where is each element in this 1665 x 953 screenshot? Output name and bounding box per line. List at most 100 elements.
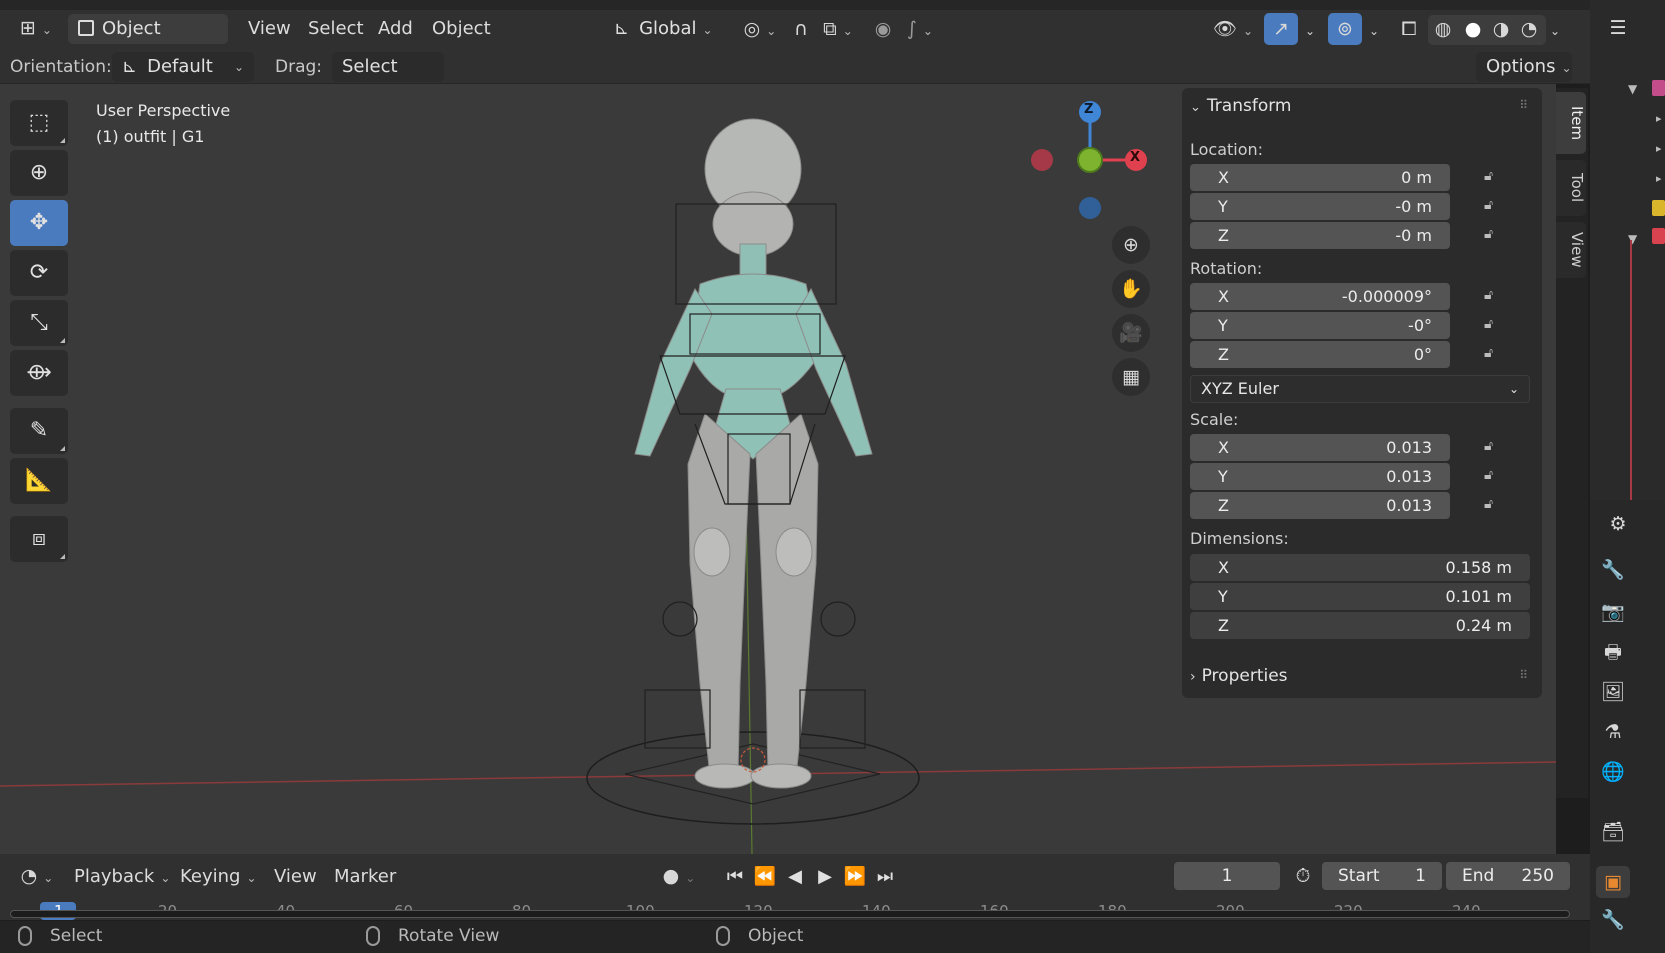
shading-rendered-button[interactable]: ◔ [1514,13,1544,45]
next-keyframe-icon[interactable]: ⏩ [840,862,870,892]
menu-select[interactable]: Select [300,14,372,44]
lock-icon[interactable]: 🔓︎ [1484,496,1506,516]
move-tool[interactable]: ✥ [10,200,68,246]
lock-icon[interactable]: 🔓︎ [1484,197,1506,217]
properties-tab-output[interactable]: 🖶 [1596,636,1630,668]
lock-icon[interactable]: 🔓︎ [1484,287,1506,307]
panel-drag-handle[interactable]: ⠿ [1519,98,1528,112]
tab-tool[interactable]: Tool [1556,160,1586,216]
location-y-field[interactable]: Y -0 m [1190,193,1450,220]
shading-material-button[interactable]: ◑ [1486,13,1516,45]
ortho-toggle-button[interactable]: ▦ [1112,358,1150,396]
properties-tab-view-layer[interactable]: 🖼 [1596,676,1630,708]
pivot-point-button[interactable]: ◎ ⌄ [738,13,782,45]
navigation-gizmo[interactable]: Z X [1028,98,1148,228]
camera-view-button[interactable]: 🎥 [1112,314,1150,352]
pan-button[interactable]: ✋ [1112,270,1150,308]
rotation-y-field[interactable]: Y -0° [1190,312,1450,339]
dimensions-x-field[interactable]: X 0.158 m [1190,554,1530,581]
properties-tab-tool[interactable]: 🔧 [1596,554,1630,586]
timeline-scrollbar[interactable] [10,910,1570,918]
editor-type-button[interactable]: ⚙ [1598,508,1638,540]
properties-tab-object[interactable]: ▣ [1596,866,1630,898]
scale-z-field[interactable]: Z 0.013 [1190,492,1450,519]
current-frame-field[interactable]: 1 [1174,862,1280,890]
visibility-button[interactable]: 👁 ⌄ [1210,13,1256,45]
properties-tab-scene[interactable]: ⚗ [1596,716,1630,748]
expand-arrow-icon[interactable]: ▸ [1656,142,1662,155]
options-dropdown[interactable]: Options ⌄ [1476,52,1572,82]
shading-solid-button[interactable]: ● [1458,13,1488,45]
frame-ruler[interactable]: 1 20 40 60 80 100 120 140 160 180 200 22… [10,902,1570,920]
jump-start-icon[interactable]: ⏮ [720,862,750,892]
zoom-button[interactable]: ⊕ [1112,226,1150,264]
menu-object[interactable]: Object [424,14,499,44]
jump-end-icon[interactable]: ⏭ [870,862,900,892]
play-reverse-icon[interactable]: ◀ [780,862,810,892]
rotation-mode-dropdown[interactable]: XYZ Euler ⌄ [1190,375,1530,403]
rotation-x-field[interactable]: X -0.000009° [1190,283,1450,310]
gizmo-toggle[interactable]: ↗ [1264,13,1298,45]
rotation-z-field[interactable]: Z 0° [1190,341,1450,368]
end-frame-field[interactable]: End 250 [1446,862,1570,890]
drag-dropdown[interactable]: Select Box⌄ [332,52,444,107]
timeline-menu-playback[interactable]: Playback ⌄ [66,862,178,892]
shading-wireframe-button[interactable]: ◍ [1428,13,1458,45]
snap-target-button[interactable]: ⧉ ⌄ [818,13,858,45]
gizmo-dropdown[interactable]: ⌄ [1298,13,1322,45]
falloff-button[interactable]: ∫ ⌄ [898,13,942,45]
cursor-tool[interactable]: ⊕ [10,150,68,196]
timeline-menu-keying[interactable]: Keying ⌄ [172,862,265,892]
editor-type-button[interactable]: ☰ [1598,12,1638,44]
tab-item[interactable]: Item [1556,92,1586,154]
dimensions-y-field[interactable]: Y 0.101 m [1190,583,1530,610]
auto-keying-toggle[interactable]: ● ⌄ [656,860,702,892]
scale-tool[interactable]: ⤡ [10,300,68,346]
snap-toggle[interactable]: ∩ [784,13,818,45]
xray-toggle[interactable]: ⧠ [1392,13,1426,45]
lock-icon[interactable]: 🔓︎ [1484,345,1506,365]
lock-icon[interactable]: 🔓︎ [1484,226,1506,246]
expand-arrow-icon[interactable]: ▸ [1656,112,1662,125]
timeline-menu-view[interactable]: View [266,862,325,892]
measure-tool[interactable]: 📐 [10,458,68,504]
outliner-area[interactable]: ☰ ▼ ▸ ▸ ▸ ▼ [1590,0,1665,500]
mode-dropdown[interactable]: Object Mode⌄ [68,14,228,69]
orientation-dropdown[interactable]: ⊾ Default ⌄ [112,52,254,82]
location-x-field[interactable]: X 0 m [1190,164,1450,191]
editor-type-button[interactable]: ⊞ ⌄ [14,12,58,44]
editor-type-button[interactable]: ◔ ⌄ [14,860,60,892]
properties-tab-render[interactable]: 📷 [1596,596,1630,628]
transform-panel-header[interactable]: ⌄ Transform [1190,96,1291,116]
overlays-toggle[interactable]: ⊚ [1328,13,1362,45]
rotate-tool[interactable]: ⟳ [10,250,68,296]
expand-arrow-icon[interactable]: ▼ [1628,82,1637,96]
panel-drag-handle[interactable]: ⠿ [1519,668,1528,682]
properties-panel-header[interactable]: › Properties [1190,666,1288,686]
menu-add[interactable]: Add [370,14,421,44]
lock-icon[interactable]: 🔓︎ [1484,316,1506,336]
properties-tab-collection[interactable]: 🗃 [1596,816,1630,848]
menu-view[interactable]: View [240,14,299,44]
prev-keyframe-icon[interactable]: ⏪ [750,862,780,892]
proportional-edit-toggle[interactable]: ◉ [866,13,900,45]
lock-icon[interactable]: 🔓︎ [1484,467,1506,487]
add-cube-tool[interactable]: ⧈ [10,516,68,562]
properties-tab-world[interactable]: 🌐 [1596,756,1630,788]
start-frame-field[interactable]: Start 1 [1322,862,1442,890]
timeline-menu-marker[interactable]: Marker [326,862,404,892]
scale-y-field[interactable]: Y 0.013 [1190,463,1450,490]
scale-x-field[interactable]: X 0.013 [1190,434,1450,461]
expand-arrow-icon[interactable]: ▸ [1656,172,1662,185]
overlays-dropdown[interactable]: ⌄ [1362,13,1386,45]
shading-dropdown[interactable]: ⌄ [1544,13,1566,45]
tab-view[interactable]: View [1556,222,1586,278]
transform-tool[interactable]: ⟴ [10,350,68,396]
lock-icon[interactable]: 🔓︎ [1484,438,1506,458]
preview-range-toggle[interactable]: ⏱ [1286,860,1320,892]
annotate-tool[interactable]: ✎ [10,408,68,454]
lock-icon[interactable]: 🔓︎ [1484,168,1506,188]
dimensions-z-field[interactable]: Z 0.24 m [1190,612,1530,639]
play-icon[interactable]: ▶ [810,862,840,892]
select-box-tool[interactable]: ⬚ [10,100,68,146]
